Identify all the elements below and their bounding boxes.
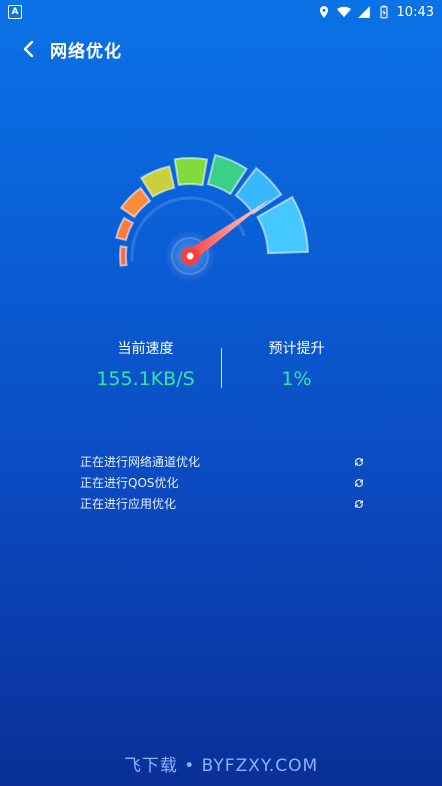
task-label: 正在进行QOS优化 xyxy=(80,476,179,490)
page-title: 网络优化 xyxy=(50,41,122,62)
gauge-hub-center xyxy=(186,252,194,260)
chevron-left-icon xyxy=(23,40,34,58)
status-left: A xyxy=(8,5,22,19)
task-label: 正在进行网络通道优化 xyxy=(80,455,201,469)
wifi-icon xyxy=(336,6,351,18)
task-item: 正在进行网络通道优化 xyxy=(80,451,365,472)
expected-boost-label: 预计提升 xyxy=(268,341,325,357)
refresh-icon xyxy=(355,499,363,508)
app-notification-icon: A xyxy=(8,5,22,19)
current-speed-value: 155.1KB/S xyxy=(96,368,195,390)
status-bar: A 10:43 xyxy=(0,0,442,24)
watermark: 飞下载 • BYFZXY.COM xyxy=(123,756,319,776)
current-speed-label: 当前速度 xyxy=(117,341,174,357)
task-item: 正在进行应用优化 xyxy=(80,493,365,514)
location-icon xyxy=(319,6,328,18)
app-header: 网络优化 xyxy=(0,24,442,74)
status-right: 10:43 xyxy=(317,5,434,20)
gauge-needle xyxy=(186,199,270,261)
gauge-segment xyxy=(119,186,152,219)
optimization-task-list: 正在进行网络通道优化 正在进行QOS优化 正在进行应用优化 xyxy=(80,451,365,514)
battery-icon xyxy=(380,5,388,19)
refresh-icon xyxy=(355,457,363,466)
gauge-segment xyxy=(173,157,209,187)
back-button[interactable] xyxy=(16,37,40,61)
status-time: 10:43 xyxy=(396,4,434,20)
needle-shape xyxy=(186,199,270,261)
refresh-icon xyxy=(355,478,363,487)
expected-boost: 预计提升 1% xyxy=(222,338,372,390)
signal-icon xyxy=(357,6,370,18)
current-speed: 当前速度 155.1KB/S xyxy=(71,338,221,390)
expected-boost-value: 1% xyxy=(281,368,312,390)
gauge-segment xyxy=(139,165,176,199)
stats-divider xyxy=(220,348,222,388)
task-item: 正在进行QOS优化 xyxy=(80,472,365,493)
speed-gauge xyxy=(90,130,350,300)
gauge-svg xyxy=(115,153,309,282)
gauge-segment xyxy=(115,216,135,242)
gauge-segment xyxy=(119,245,128,267)
stats-row: 当前速度 155.1KB/S 预计提升 1% xyxy=(0,338,442,398)
task-label: 正在进行应用优化 xyxy=(80,497,177,511)
